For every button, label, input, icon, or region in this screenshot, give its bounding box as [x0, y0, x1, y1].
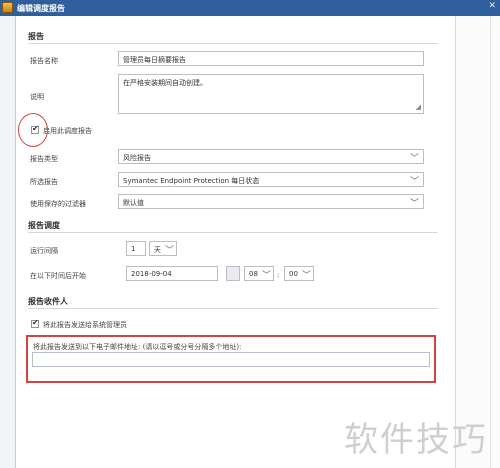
report-name-input[interactable]: 管理员每日摘要报告 — [118, 51, 424, 66]
chevron-down-icon: ﹀ — [261, 271, 271, 281]
email-label: 将此报告发送到以下电子邮件地址: (请以逗号或分号分隔多个地址): — [33, 343, 242, 351]
description-textarea[interactable]: 在严格安装期间自动创建。 ◢ — [118, 74, 424, 114]
selected-report-value: Symantec Endpoint Protection 每日状态 — [123, 177, 260, 185]
chevron-down-icon: ﹀ — [409, 154, 419, 164]
section-title-schedule: 报告调度 — [28, 221, 60, 230]
report-type-value: 风险报告 — [123, 154, 151, 162]
start-after-label: 在以下时间后开始 — [30, 272, 86, 280]
interval-unit-value: 天 — [154, 246, 161, 254]
send-admin-checkbox[interactable]: ✔ — [31, 318, 39, 328]
interval-label: 运行间隔 — [30, 247, 58, 255]
start-hour-value: 08 — [249, 270, 258, 278]
section-divider — [28, 43, 438, 44]
dialog-title: 编辑调度报告 — [17, 4, 65, 13]
right-background — [456, 16, 500, 468]
enable-report-label: 启用此调度报告 — [43, 127, 92, 135]
resize-handle-icon[interactable]: ◢ — [416, 103, 421, 111]
close-icon[interactable]: ✕ — [488, 1, 496, 11]
time-colon: : — [277, 271, 280, 279]
watermark-text: 软件技巧 — [344, 420, 488, 460]
chevron-down-icon: ﹀ — [164, 246, 174, 256]
section-divider — [28, 232, 438, 233]
report-type-select[interactable]: 风险报告 ﹀ — [118, 149, 424, 164]
checkmark-icon: ✔ — [32, 318, 39, 327]
start-minute-value: 00 — [289, 270, 298, 278]
chevron-down-icon: ﹀ — [409, 199, 419, 209]
report-name-value: 管理员每日摘要报告 — [123, 56, 186, 64]
chevron-down-icon: ﹀ — [301, 271, 311, 281]
interval-input[interactable]: 1 — [126, 241, 146, 256]
saved-filter-value: 默认值 — [123, 199, 144, 207]
chevron-down-icon: ﹀ — [409, 177, 419, 187]
selected-report-label: 所选报告 — [30, 178, 58, 186]
start-date-input[interactable]: 2018-09-04 — [126, 266, 218, 281]
interval-value: 1 — [131, 245, 136, 253]
app-icon — [2, 2, 13, 13]
calendar-button[interactable] — [226, 266, 240, 281]
dialog-titlebar: 编辑调度报告 ✕ — [0, 0, 500, 16]
report-name-label: 报告名称 — [30, 57, 58, 65]
description-label: 说明 — [30, 93, 44, 101]
section-divider — [28, 308, 438, 309]
saved-filter-label: 使用保存的过滤器 — [30, 200, 86, 208]
start-date-value: 2018-09-04 — [131, 270, 172, 278]
description-value: 在严格安装期间自动创建。 — [123, 79, 207, 87]
selected-report-select[interactable]: Symantec Endpoint Protection 每日状态 ﹀ — [118, 172, 424, 187]
saved-filter-select[interactable]: 默认值 ﹀ — [118, 194, 424, 209]
section-title-report: 报告 — [28, 32, 44, 41]
start-minute-select[interactable]: 00 ﹀ — [284, 266, 314, 281]
highlight-circle — [18, 113, 48, 147]
email-input[interactable] — [32, 352, 430, 367]
interval-unit-select[interactable]: 天 ﹀ — [149, 241, 177, 256]
send-admin-label: 将此报告发送给系统管理员 — [43, 321, 127, 329]
report-type-label: 报告类型 — [30, 155, 58, 163]
start-hour-select[interactable]: 08 ﹀ — [244, 266, 274, 281]
section-title-recipients: 报告收件人 — [28, 297, 68, 306]
right-divider — [490, 16, 491, 468]
left-window-edge — [0, 16, 16, 468]
